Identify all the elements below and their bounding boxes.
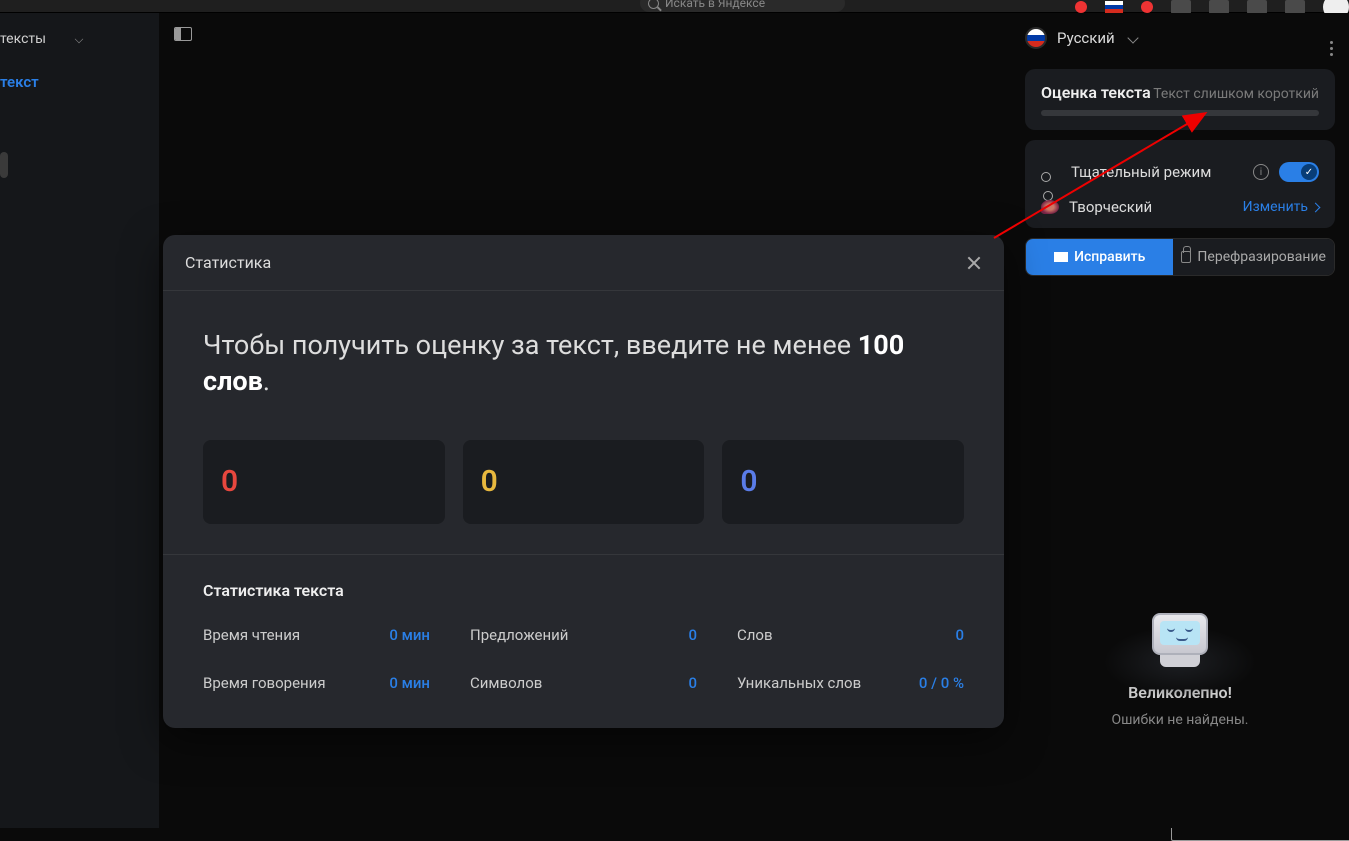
modal-title: Статистика [185, 253, 271, 272]
thorough-mode-toggle[interactable] [1279, 162, 1319, 182]
score-note: Текст слишком короткий [1153, 86, 1319, 102]
robot-icon [1152, 613, 1208, 673]
score-card: Оценка текста Текст слишком короткий [1025, 69, 1335, 130]
stats-grid: Время чтения0 мин Предложений0 Слов0 Вре… [203, 626, 964, 692]
more-menu[interactable] [1330, 41, 1333, 56]
right-panel: Русский Оценка текста Текст слишком коро… [1011, 13, 1349, 828]
stat-reading-time: Время чтения0 мин [203, 626, 430, 644]
action-buttons: Исправить Перефразирование [1025, 238, 1335, 276]
main-toolbar [160, 13, 1011, 55]
ext-icon-4[interactable] [1285, 0, 1305, 14]
modes-card: Тщательный режим i Творческий Изменить [1025, 140, 1335, 228]
statistics-modal: Статистика Чтобы получить оценку за текс… [163, 235, 1004, 728]
sidebar-handle[interactable] [0, 152, 8, 178]
ext-icon-3[interactable] [1247, 0, 1267, 14]
sidebar-item-text[interactable]: текст [0, 67, 159, 97]
flag-ru-icon [1025, 27, 1047, 49]
stat-words: Слов0 [737, 626, 964, 644]
lock-icon [1181, 251, 1191, 263]
stat-sentences: Предложений0 [470, 626, 697, 644]
search-placeholder: Искать в Яндексе [665, 0, 765, 10]
dot-icon[interactable] [1141, 1, 1153, 13]
stat-unique-words: Уникальных слов0 / 0 % [737, 674, 964, 692]
modal-footer: Статистика текста Время чтения0 мин Пред… [163, 555, 1004, 728]
status-subtitle: Ошибки не найдены. [1111, 712, 1248, 728]
creative-row: Творческий Изменить [1041, 192, 1319, 216]
score-progress [1041, 110, 1319, 116]
palette-icon [1041, 200, 1059, 214]
close-icon[interactable] [966, 255, 982, 271]
browser-topbar: Искать в Яндексе [0, 0, 1349, 13]
language-selector[interactable]: Русский [1025, 27, 1335, 49]
change-link[interactable]: Изменить [1243, 199, 1319, 215]
score-requirement-message: Чтобы получить оценку за текст, введите … [203, 327, 964, 400]
fix-icon [1054, 252, 1068, 262]
search-icon [648, 0, 659, 9]
chevron-down-icon [1127, 32, 1138, 43]
stat-characters: Символов0 [470, 674, 697, 692]
stat-speaking-time: Время говорения0 мин [203, 674, 430, 692]
glasses-icon [1041, 167, 1061, 177]
score-title: Оценка текста [1041, 83, 1151, 102]
panel-left-icon[interactable] [174, 27, 192, 41]
info-icon[interactable]: i [1253, 164, 1269, 180]
sidebar: тексты текст [0, 13, 160, 828]
stat-card-suggestions: 0 [722, 440, 964, 524]
ext-icon-1[interactable] [1171, 0, 1191, 14]
chevron-down-icon [75, 35, 83, 43]
flag-icon[interactable] [1105, 1, 1123, 13]
ext-icon-2[interactable] [1209, 0, 1229, 14]
rephrase-button[interactable]: Перефразирование [1173, 239, 1334, 275]
notif-icon[interactable] [1075, 1, 1087, 13]
status-illustration: Великолепно! Ошибки не найдены. [1011, 613, 1349, 728]
footer-title: Статистика текста [203, 581, 964, 600]
thorough-mode-row: Тщательный режим i [1041, 152, 1319, 192]
sidebar-header[interactable]: тексты [0, 31, 159, 67]
modal-body: Чтобы получить оценку за текст, введите … [163, 291, 1004, 555]
browser-search[interactable]: Искать в Яндексе [640, 0, 845, 12]
stat-card-warnings: 0 [463, 440, 705, 524]
fix-button[interactable]: Исправить [1026, 239, 1173, 275]
stat-cards: 0 0 0 [203, 440, 964, 524]
stat-card-errors: 0 [203, 440, 445, 524]
modal-header: Статистика [163, 235, 1004, 291]
